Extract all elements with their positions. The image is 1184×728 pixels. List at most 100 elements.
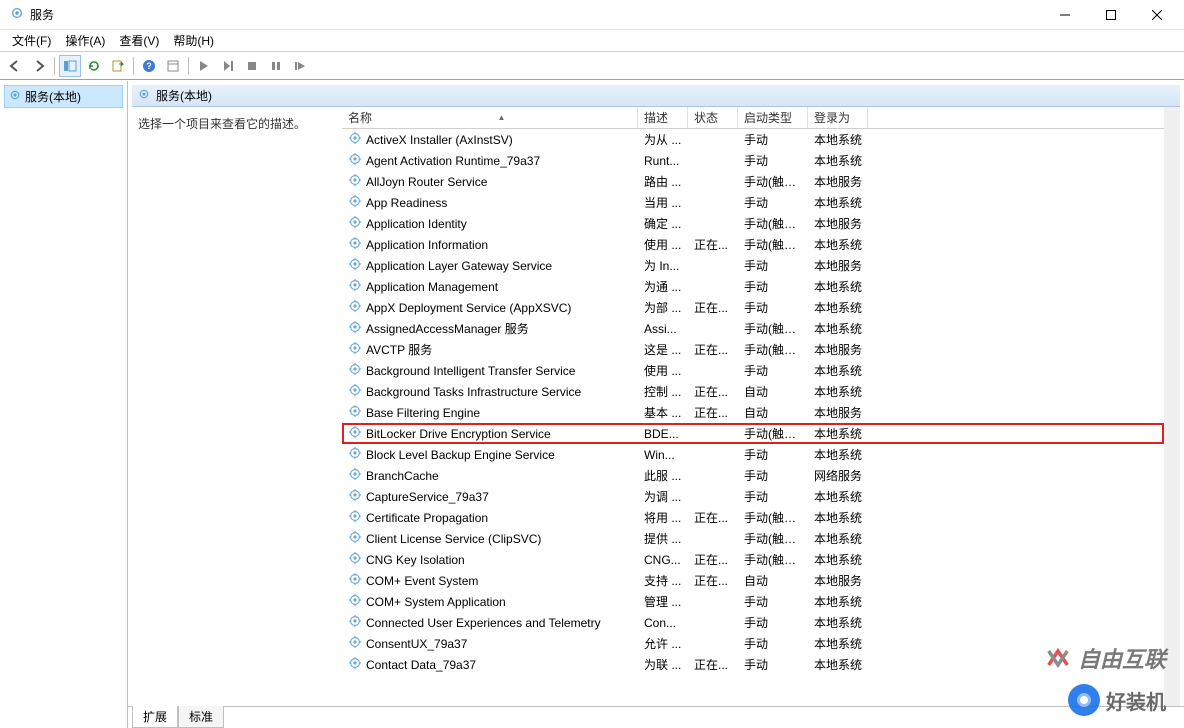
table-row[interactable]: ConsentUX_79a37允许 ...手动本地系统 xyxy=(342,633,1164,654)
column-name[interactable]: 名称 ▲ xyxy=(342,107,638,128)
cell-desc: 为联 ... xyxy=(638,656,688,673)
table-row[interactable]: Application Management为通 ...手动本地系统 xyxy=(342,276,1164,297)
table-row[interactable]: Application Information使用 ...正在...手动(触发.… xyxy=(342,234,1164,255)
cell-name: ActiveX Installer (AxInstSV) xyxy=(342,131,638,148)
column-header[interactable]: 名称 ▲ 描述 状态 启动类型 登录为 xyxy=(342,107,1164,129)
table-row[interactable]: COM+ System Application管理 ...手动本地系统 xyxy=(342,591,1164,612)
cell-startup: 手动 xyxy=(738,278,808,295)
cell-logon: 本地系统 xyxy=(808,194,868,211)
gear-icon xyxy=(348,635,362,652)
refresh-button[interactable] xyxy=(83,55,105,77)
tree-node-services-local[interactable]: 服务(本地) xyxy=(4,85,123,108)
cell-startup: 手动(触发... xyxy=(738,551,808,568)
quick-start-button[interactable] xyxy=(217,55,239,77)
cell-logon: 本地系统 xyxy=(808,635,868,652)
cell-desc: 为从 ... xyxy=(638,131,688,148)
gear-icon xyxy=(348,467,362,484)
export-button[interactable] xyxy=(107,55,129,77)
forward-button[interactable] xyxy=(28,55,50,77)
table-row[interactable]: AssignedAccessManager 服务Assi...手动(触发...本… xyxy=(342,318,1164,339)
cell-name: COM+ Event System xyxy=(342,572,638,589)
menu-bar: 文件(F) 操作(A) 查看(V) 帮助(H) xyxy=(0,30,1184,52)
column-logon[interactable]: 登录为 xyxy=(808,107,868,128)
gear-icon xyxy=(348,320,362,337)
column-state[interactable]: 状态 xyxy=(688,107,738,128)
services-rows[interactable]: ActiveX Installer (AxInstSV)为从 ...手动本地系统… xyxy=(342,129,1164,706)
table-row[interactable]: Contact Data_79a37为联 ...正在...手动本地系统 xyxy=(342,654,1164,675)
cell-desc: Runt... xyxy=(638,154,688,168)
table-row[interactable]: AVCTP 服务这是 ...正在...手动(触发...本地服务 xyxy=(342,339,1164,360)
cell-desc: Con... xyxy=(638,616,688,630)
cell-desc: 为通 ... xyxy=(638,278,688,295)
menu-action[interactable]: 操作(A) xyxy=(59,30,111,51)
table-row[interactable]: Application Layer Gateway Service为 In...… xyxy=(342,255,1164,276)
cell-logon: 本地服务 xyxy=(808,215,868,232)
cell-name: AVCTP 服务 xyxy=(342,341,638,358)
menu-view[interactable]: 查看(V) xyxy=(113,30,165,51)
cell-logon: 本地服务 xyxy=(808,173,868,190)
cell-logon: 本地系统 xyxy=(808,509,868,526)
sort-asc-icon: ▲ xyxy=(498,113,506,122)
cell-logon: 本地系统 xyxy=(808,530,868,547)
service-name: App Readiness xyxy=(366,196,447,210)
properties-button[interactable] xyxy=(162,55,184,77)
table-row[interactable]: Block Level Backup Engine ServiceWin...手… xyxy=(342,444,1164,465)
maximize-button[interactable] xyxy=(1088,0,1134,30)
table-row[interactable]: Background Intelligent Transfer Service使… xyxy=(342,360,1164,381)
cell-state: 正在... xyxy=(688,299,738,316)
cell-startup: 手动(触发... xyxy=(738,215,808,232)
table-row[interactable]: CaptureService_79a37为调 ...手动本地系统 xyxy=(342,486,1164,507)
table-row[interactable]: AllJoyn Router Service路由 ...手动(触发...本地服务 xyxy=(342,171,1164,192)
services-list[interactable]: 名称 ▲ 描述 状态 启动类型 登录为 ActiveX Installer (A… xyxy=(342,107,1164,706)
cell-name: Background Tasks Infrastructure Service xyxy=(342,383,638,400)
toolbar-separator xyxy=(133,57,134,75)
service-name: Application Layer Gateway Service xyxy=(366,259,552,273)
table-row[interactable]: AppX Deployment Service (AppXSVC)为部 ...正… xyxy=(342,297,1164,318)
cell-name: BranchCache xyxy=(342,467,638,484)
tab-extended[interactable]: 扩展 xyxy=(132,706,178,728)
vertical-scrollbar[interactable] xyxy=(1164,107,1180,706)
table-row[interactable]: Background Tasks Infrastructure Service控… xyxy=(342,381,1164,402)
tree-pane[interactable]: 服务(本地) xyxy=(0,81,128,728)
help-button[interactable]: ? xyxy=(138,55,160,77)
table-row[interactable]: BitLocker Drive Encryption ServiceBDE...… xyxy=(342,423,1164,444)
cell-startup: 手动 xyxy=(738,152,808,169)
table-row[interactable]: COM+ Event System支持 ...正在...自动本地服务 xyxy=(342,570,1164,591)
gear-icon xyxy=(348,614,362,631)
service-name: Application Identity xyxy=(366,217,467,231)
back-button[interactable] xyxy=(4,55,26,77)
cell-startup: 手动(触发... xyxy=(738,425,808,442)
table-row[interactable]: Connected User Experiences and Telemetry… xyxy=(342,612,1164,633)
table-row[interactable]: BranchCache此服 ...手动网络服务 xyxy=(342,465,1164,486)
cell-desc: 为部 ... xyxy=(638,299,688,316)
table-row[interactable]: Application Identity确定 ...手动(触发...本地服务 xyxy=(342,213,1164,234)
start-service-button[interactable] xyxy=(193,55,215,77)
table-row[interactable]: Base Filtering Engine基本 ...正在...自动本地服务 xyxy=(342,402,1164,423)
column-startup[interactable]: 启动类型 xyxy=(738,107,808,128)
minimize-button[interactable] xyxy=(1042,0,1088,30)
table-row[interactable]: Client License Service (ClipSVC)提供 ...手动… xyxy=(342,528,1164,549)
table-row[interactable]: CNG Key IsolationCNG...正在...手动(触发...本地系统 xyxy=(342,549,1164,570)
column-desc[interactable]: 描述 xyxy=(638,107,688,128)
table-row[interactable]: Certificate Propagation将用 ...正在...手动(触发.… xyxy=(342,507,1164,528)
table-row[interactable]: App Readiness当用 ...手动本地系统 xyxy=(342,192,1164,213)
cell-name: AppX Deployment Service (AppXSVC) xyxy=(342,299,638,316)
cell-logon: 本地服务 xyxy=(808,341,868,358)
gear-icon xyxy=(348,215,362,232)
cell-state: 正在... xyxy=(688,404,738,421)
tab-standard[interactable]: 标准 xyxy=(178,706,224,728)
table-row[interactable]: Agent Activation Runtime_79a37Runt...手动本… xyxy=(342,150,1164,171)
menu-help[interactable]: 帮助(H) xyxy=(167,30,220,51)
show-hide-tree-button[interactable] xyxy=(59,55,81,77)
cell-logon: 网络服务 xyxy=(808,467,868,484)
toolbar: ? xyxy=(0,52,1184,80)
cell-startup: 手动 xyxy=(738,656,808,673)
stop-service-button[interactable] xyxy=(241,55,263,77)
close-button[interactable] xyxy=(1134,0,1180,30)
table-row[interactable]: ActiveX Installer (AxInstSV)为从 ...手动本地系统 xyxy=(342,129,1164,150)
cell-desc: 允许 ... xyxy=(638,635,688,652)
pause-service-button[interactable] xyxy=(265,55,287,77)
restart-service-button[interactable] xyxy=(289,55,311,77)
menu-file[interactable]: 文件(F) xyxy=(6,30,57,51)
cell-name: Contact Data_79a37 xyxy=(342,656,638,673)
